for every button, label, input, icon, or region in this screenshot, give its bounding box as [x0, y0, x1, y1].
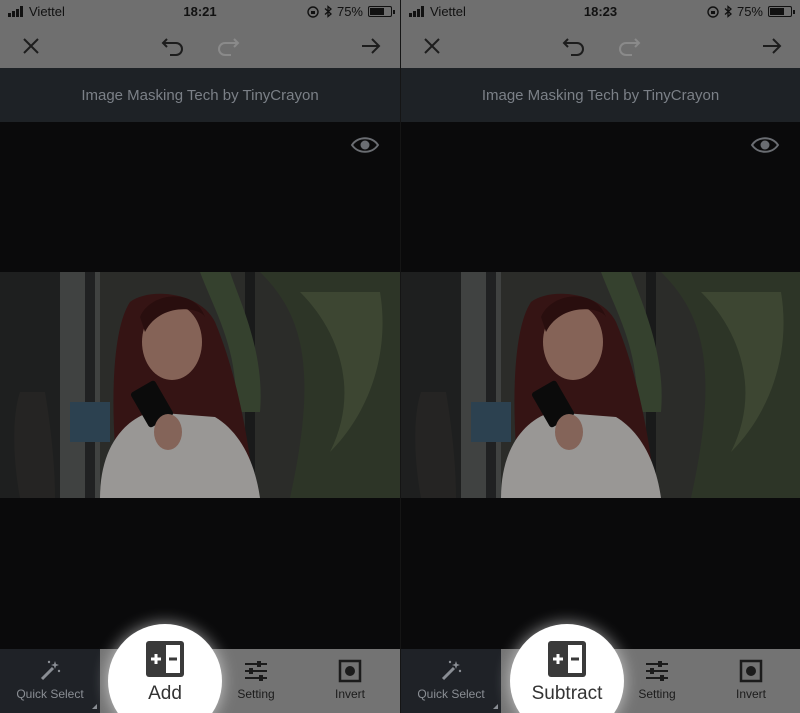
setting-label: Setting	[638, 687, 676, 701]
banner-title: Image Masking Tech by TinyCrayon	[81, 86, 319, 104]
top-toolbar	[0, 24, 400, 68]
battery-icon	[368, 6, 395, 17]
add-mode-label: Add	[148, 683, 182, 704]
rotation-lock-icon	[307, 5, 319, 18]
status-right: 75%	[707, 4, 795, 19]
bluetooth-icon	[324, 5, 332, 18]
mask-overlay	[0, 272, 400, 498]
setting-label: Setting	[237, 687, 275, 701]
quick-select-tool[interactable]: Quick Select	[401, 649, 501, 713]
redo-icon[interactable]	[215, 33, 241, 59]
comparison-screens: Viettel 18:21 75% Image Masking Tech by …	[0, 0, 800, 713]
invert-tool[interactable]: Invert	[300, 649, 400, 713]
screen-add: Viettel 18:21 75% Image Masking Tech by …	[0, 0, 400, 713]
subtract-mode-label: Subtract	[531, 683, 603, 704]
sliders-icon	[245, 661, 267, 681]
invert-icon	[739, 659, 763, 683]
quick-select-label: Quick Select	[16, 687, 84, 701]
bluetooth-icon	[724, 5, 732, 18]
add-subtract-icon	[548, 641, 586, 677]
battery-label: 75%	[736, 4, 763, 19]
invert-icon	[338, 659, 362, 683]
magic-wand-icon	[40, 660, 61, 681]
magic-wand-icon	[441, 660, 462, 681]
status-right: 75%	[307, 4, 395, 19]
title-banner: Image Masking Tech by TinyCrayon	[401, 68, 800, 122]
invert-label: Invert	[735, 687, 766, 701]
sliders-icon	[646, 661, 668, 681]
title-banner: Image Masking Tech by TinyCrayon	[0, 68, 400, 122]
eye-icon[interactable]	[350, 135, 380, 155]
photo-canvas[interactable]	[0, 272, 400, 498]
quick-select-tool[interactable]: Quick Select	[0, 649, 100, 713]
invert-tool[interactable]: Invert	[701, 649, 800, 713]
mask-overlay	[401, 272, 800, 498]
rotation-lock-icon	[707, 5, 719, 18]
close-icon[interactable]	[419, 33, 445, 59]
arrow-right-icon[interactable]	[759, 33, 785, 59]
status-bar: Viettel 18:21 75%	[0, 0, 400, 24]
redo-icon[interactable]	[616, 33, 642, 59]
invert-label: Invert	[334, 687, 365, 701]
photo-canvas[interactable]	[401, 272, 800, 498]
status-bar: Viettel 18:23 75%	[401, 0, 800, 24]
undo-icon[interactable]	[160, 33, 186, 59]
arrow-right-icon[interactable]	[358, 33, 384, 59]
banner-title: Image Masking Tech by TinyCrayon	[481, 86, 720, 104]
add-subtract-icon	[146, 641, 184, 677]
battery-icon	[768, 6, 795, 17]
close-icon[interactable]	[18, 33, 44, 59]
undo-icon[interactable]	[561, 33, 587, 59]
top-toolbar	[401, 24, 800, 68]
eye-icon[interactable]	[750, 135, 780, 155]
battery-label: 75%	[336, 4, 363, 19]
quick-select-label: Quick Select	[417, 687, 485, 701]
screen-subtract: Viettel 18:23 75% Image Masking Tech by …	[400, 0, 800, 713]
